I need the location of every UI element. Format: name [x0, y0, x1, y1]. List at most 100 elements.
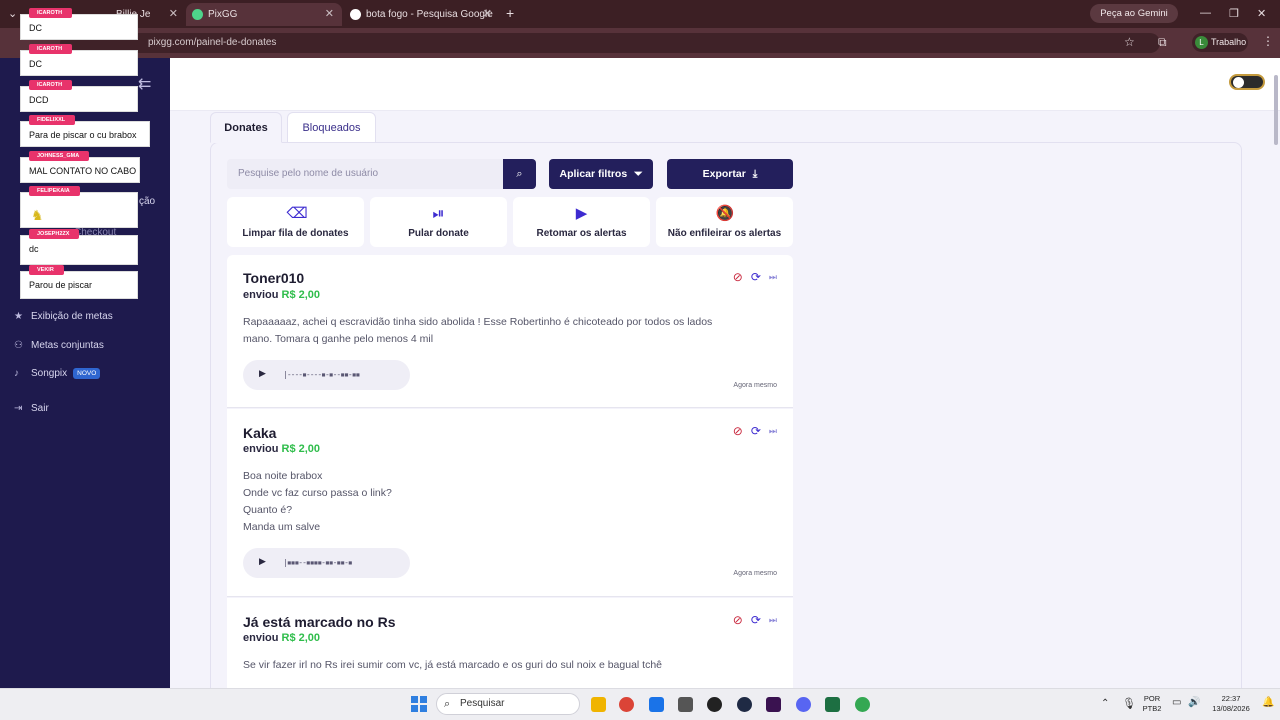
sidebar-item-joint-goals[interactable]: ⚇ Metas conjuntas: [14, 340, 104, 351]
skip-next-icon[interactable]: ⏭: [769, 271, 777, 283]
close-icon[interactable]: ✕: [325, 3, 334, 26]
tab-bloqueados[interactable]: Bloqueados: [287, 112, 376, 143]
donor-name: Já está marcado no Rs: [243, 614, 396, 630]
skip-next-icon[interactable]: ⏭: [769, 614, 777, 626]
block-icon[interactable]: ⊘: [733, 614, 743, 626]
alert-text: dc: [29, 244, 39, 254]
amount: R$ 2,00: [281, 632, 321, 644]
search-button[interactable]: ⌕: [503, 159, 536, 189]
play-icon[interactable]: ▶: [259, 368, 266, 379]
audio-player[interactable]: ▶ |----▪----▪-▪--▪▪-▪▪: [243, 360, 410, 390]
close-window-icon[interactable]: ✕: [1257, 7, 1266, 20]
win-tile: [411, 696, 418, 703]
donate-message: Boa noite brabox Onde vc faz curso passa…: [243, 470, 392, 533]
donor-name: Toner010: [243, 270, 305, 286]
microphone-icon[interactable]: 🎙: [1122, 697, 1136, 710]
clock-time: 22:37: [1221, 694, 1241, 703]
donor-name: Kaka: [243, 425, 277, 441]
profile-label: Trabalho: [1211, 37, 1247, 47]
donate-card: Kaka enviou R$ 2,00 ⊘ ⟳ ⏭ Boa noite brab…: [227, 409, 793, 597]
waveform[interactable]: |----▪----▪-▪--▪▪-▪▪: [283, 370, 360, 379]
language-indicator[interactable]: POR PTB2: [1140, 694, 1164, 714]
theme-toggle[interactable]: [1229, 74, 1265, 90]
replay-icon[interactable]: ⟳: [751, 614, 761, 626]
filter-icon: ⏷: [634, 168, 643, 180]
clock[interactable]: 22:37 13/08/2026: [1206, 694, 1256, 714]
tray-chevron-icon[interactable]: ⌃: [1101, 698, 1109, 709]
page-scrollbar[interactable]: [1274, 75, 1278, 145]
close-icon[interactable]: ✕: [169, 3, 178, 26]
url-field[interactable]: pixgg.com/painel-de-donates: [60, 33, 1160, 53]
chrome-active-icon[interactable]: [855, 697, 870, 712]
donate-amount-line: enviou R$ 2,00: [243, 443, 320, 455]
windows-start-icon[interactable]: [411, 696, 427, 712]
amount: R$ 2,00: [281, 443, 321, 455]
waveform[interactable]: |▪▪▪--▪▪▪▪-▪▪-▪▪-▪: [283, 558, 353, 567]
tab-google[interactable]: bota fogo - Pesquisa Google ✕: [344, 3, 500, 26]
logout-icon: ⇥: [14, 403, 23, 414]
profile-chip[interactable]: L Trabalho: [1192, 33, 1248, 52]
skip-donate-button[interactable]: ⏯ Pular donate: [370, 197, 507, 247]
tab-donates[interactable]: Donates: [210, 112, 282, 143]
close-icon[interactable]: ✕: [483, 3, 492, 26]
bookmark-star-icon[interactable]: ☆: [1124, 35, 1135, 49]
obs-icon[interactable]: [707, 697, 722, 712]
search-input[interactable]: Pesquise pelo nome de usuário: [227, 159, 503, 189]
audio-player[interactable]: ▶ |▪▪▪--▪▪▪▪-▪▪-▪▪-▪: [243, 548, 410, 578]
kick-app-icon[interactable]: [766, 697, 781, 712]
alert-user-tag: FELIPEKAIA: [29, 186, 80, 196]
taskbar-search[interactable]: ⌕ Pesquisar: [436, 693, 580, 715]
overlay-alert: FIDELIXXL Para de piscar o cu brabox: [20, 115, 150, 147]
discord-icon[interactable]: [796, 697, 811, 712]
new-tab-button[interactable]: +: [506, 5, 514, 21]
eraser-icon: ⌫: [286, 205, 308, 222]
group-icon: ⚇: [14, 340, 23, 351]
replay-icon[interactable]: ⟳: [751, 271, 761, 283]
maximize-icon[interactable]: ❐: [1229, 7, 1239, 20]
alert-text: MAL CONTATO NO CABO: [29, 166, 137, 176]
new-badge: NOVO: [73, 368, 101, 379]
action-label: Pular donate: [408, 228, 469, 239]
extensions-icon[interactable]: ⧉: [1158, 35, 1167, 50]
star-icon: ★: [14, 311, 23, 322]
block-icon[interactable]: ⊘: [733, 271, 743, 283]
store-icon[interactable]: [649, 697, 664, 712]
excel-icon[interactable]: [825, 697, 840, 712]
apply-filters-button[interactable]: Aplicar filtros ⏷: [549, 159, 653, 189]
play-icon[interactable]: ▶: [259, 556, 266, 567]
avatar: L: [1195, 36, 1208, 49]
sidebar-item-label: Sair: [31, 403, 49, 414]
replay-icon[interactable]: ⟳: [751, 425, 761, 437]
resume-alerts-button[interactable]: ▶ Retomar os alertas: [513, 197, 650, 247]
overlay-alert: JOSEPH2ZX dc: [20, 229, 138, 265]
app-icon[interactable]: [678, 697, 693, 712]
sidebar-item-logout[interactable]: ⇥ Sair: [14, 403, 49, 414]
block-icon[interactable]: ⊘: [733, 425, 743, 437]
export-label: Exportar: [702, 168, 746, 180]
notifications-icon[interactable]: 🔔: [1262, 697, 1274, 708]
menu-dots-icon[interactable]: ⋮: [1262, 34, 1274, 48]
alert-user-tag: JOHNESS_GMA: [29, 151, 90, 161]
network-icon[interactable]: ▭: [1172, 697, 1181, 708]
clear-queue-button[interactable]: ⌫ Limpar fila de donates: [227, 197, 364, 247]
file-explorer-icon[interactable]: [591, 697, 606, 712]
alert-user-tag: ICAROTH: [29, 80, 73, 90]
alert-text: DCD: [29, 95, 49, 105]
minimize-icon[interactable]: —: [1200, 7, 1211, 19]
chrome-icon[interactable]: [619, 697, 634, 712]
skip-next-icon[interactable]: ⏭: [769, 425, 777, 437]
export-button[interactable]: Exportar ⤓: [667, 159, 793, 189]
collapse-sidebar-icon[interactable]: ⇇: [138, 74, 151, 94]
alert-text: Para de piscar o cu brabox: [29, 130, 137, 140]
sidebar-item-songpix[interactable]: ♪ Songpix NOVO: [14, 368, 101, 379]
dont-queue-alerts-button[interactable]: 🔕 Não enfileirar os alertas: [656, 197, 793, 247]
tab-pixgg[interactable]: PixGG ✕: [186, 3, 342, 26]
arrow-app-icon[interactable]: [737, 697, 752, 712]
gemini-button[interactable]: Peça ao Gemini: [1090, 4, 1178, 23]
sidebar-item-goals[interactable]: ★ Exibição de metas: [14, 311, 113, 322]
alert-text: DC: [29, 23, 42, 33]
tab-search-icon[interactable]: ⌄: [8, 7, 17, 20]
action-label: Retomar os alertas: [536, 228, 627, 239]
volume-icon[interactable]: 🔊: [1188, 697, 1200, 708]
sidebar-item-partial-label[interactable]: ção: [139, 196, 155, 207]
